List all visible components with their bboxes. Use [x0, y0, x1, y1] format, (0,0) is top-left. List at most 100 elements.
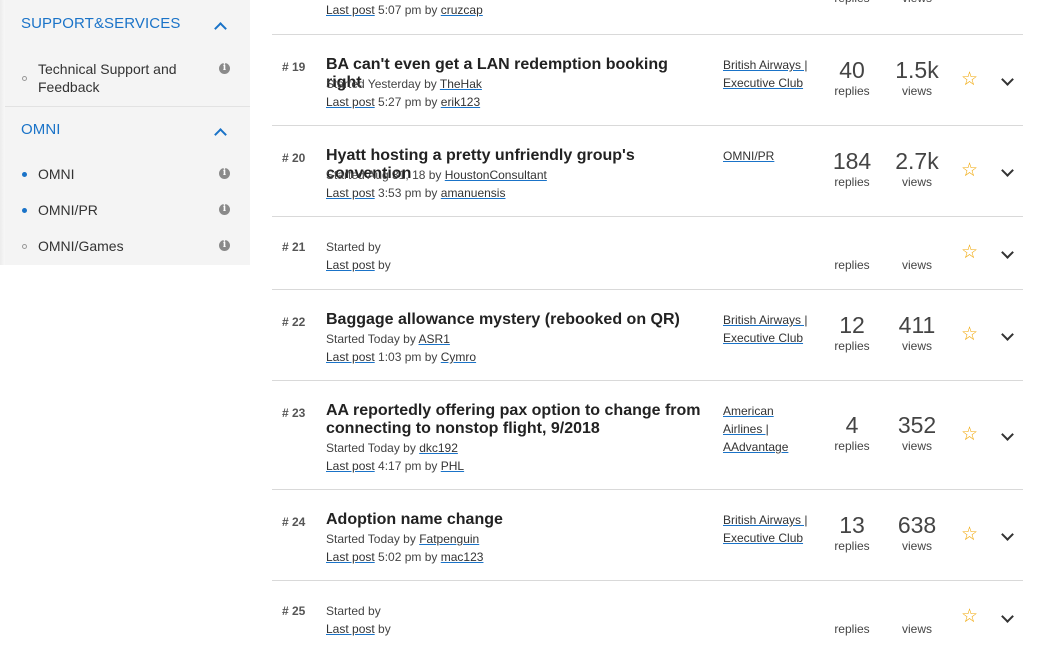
section-heading-omni[interactable]: OMNI	[21, 121, 61, 138]
chevron-down-icon[interactable]	[1000, 429, 1014, 443]
topic-number: # 22	[282, 315, 306, 329]
starter-link[interactable]: dkc192	[419, 441, 458, 455]
starter-link[interactable]: TheHak	[440, 77, 482, 91]
views-stat: 411 views	[882, 312, 952, 354]
views-count: 1.5k	[895, 57, 939, 83]
chevron-down-icon[interactable]	[1000, 529, 1014, 543]
views-count: 638	[897, 512, 937, 538]
replies-label: replies	[834, 439, 870, 453]
topic-last-post: Last post by	[326, 622, 391, 636]
replies-stat: 12 replies	[817, 312, 887, 354]
replies-count: 40	[839, 57, 865, 83]
topic-started-by: Started Today by dkc192	[326, 441, 458, 455]
forum-link[interactable]: OMNI/PR	[723, 147, 818, 165]
starter-link[interactable]: ASR1	[419, 332, 450, 346]
star-outline-icon[interactable]: ☆	[961, 70, 978, 90]
last-post-link[interactable]: Last post	[326, 95, 375, 109]
topic-row[interactable]: # 21 Started by Last post by replies vie…	[272, 216, 1023, 289]
chevron-down-icon[interactable]	[1000, 329, 1014, 343]
forum-link[interactable]: American Airlines | AAdvantage	[723, 402, 808, 456]
topic-title[interactable]: Adoption name change	[326, 511, 706, 529]
sidebar-item-label: OMNI	[38, 166, 75, 182]
views-count: 411	[898, 312, 936, 338]
forum-link[interactable]: British Airways | Executive Club	[723, 511, 818, 547]
views-stat: views	[882, 621, 952, 637]
replies-count: 184	[832, 148, 872, 174]
views-count: 2.7k	[895, 148, 939, 174]
forum-link[interactable]: British Airways | Executive Club	[723, 56, 818, 92]
topic-number: # 25	[282, 604, 306, 618]
user-link[interactable]: Cymro	[441, 350, 476, 364]
last-post-link[interactable]: Last post	[326, 550, 375, 564]
user-link[interactable]: cruzcap	[441, 3, 483, 17]
user-link[interactable]: erik123	[441, 95, 480, 109]
collapse-chevron-up-icon[interactable]	[214, 126, 226, 138]
bullet-icon	[22, 208, 27, 213]
info-icon[interactable]: i	[219, 204, 230, 215]
topic-title[interactable]: Baggage allowance mystery (rebooked on Q…	[326, 311, 706, 329]
last-post-link[interactable]: Last post	[326, 622, 375, 636]
forum-link[interactable]: British Airways | Executive Club	[723, 311, 818, 347]
section-heading-support[interactable]: SUPPORT&SERVICES	[21, 15, 180, 32]
replies-stat: 40 replies	[817, 57, 887, 99]
replies-count: 13	[839, 512, 865, 538]
topic-row[interactable]: # 20 Hyatt hosting a pretty unfriendly g…	[272, 125, 1023, 216]
last-post-link[interactable]: Last post	[326, 186, 375, 200]
star-outline-icon[interactable]: ☆	[961, 425, 978, 445]
replies-stat: 4 replies	[817, 412, 887, 454]
sidebar-item-label: OMNI/PR	[38, 202, 98, 218]
views-label: views	[901, 258, 932, 272]
collapse-chevron-up-icon[interactable]	[214, 20, 226, 32]
star-outline-icon[interactable]: ☆	[961, 325, 978, 345]
topic-started-by: Started Today by Fatpenguin	[326, 532, 480, 546]
topic-started-by: Started Today by ASR1	[326, 332, 450, 346]
bullet-icon	[22, 76, 27, 81]
topic-started-by: Started Aug 31, 18 by HoustonConsultant	[326, 168, 547, 182]
info-icon[interactable]: i	[219, 168, 230, 179]
starter-link[interactable]: HoustonConsultant	[445, 168, 547, 182]
user-link[interactable]: amanuensis	[441, 186, 506, 200]
views-label: views	[901, 84, 932, 98]
topic-title[interactable]: AA reportedly offering pax option to cha…	[326, 402, 706, 438]
star-outline-icon[interactable]: ☆	[961, 607, 978, 627]
replies-stat: 13 replies	[817, 512, 887, 554]
topic-row[interactable]: # 19 BA can't even get a LAN redemption …	[272, 34, 1023, 125]
sidebar: SUPPORT&SERVICES Technical Support and F…	[0, 0, 250, 662]
last-post-link[interactable]: Last post	[326, 258, 375, 272]
topic-number: # 21	[282, 240, 306, 254]
topic-number: # 24	[282, 515, 306, 529]
replies-label: replies	[834, 622, 870, 636]
chevron-down-icon[interactable]	[1000, 247, 1014, 261]
topic-row[interactable]: # 22 Baggage allowance mystery (rebooked…	[272, 289, 1023, 380]
topic-row[interactable]: # 24 Adoption name change Started Today …	[272, 489, 1023, 580]
topic-number: # 23	[282, 406, 306, 420]
star-outline-icon[interactable]: ☆	[961, 161, 978, 181]
topic-last-post: Last post 4:17 pm by PHL	[326, 459, 465, 473]
replies-stat: 184 replies	[817, 148, 887, 190]
starter-link[interactable]: Fatpenguin	[419, 532, 479, 546]
topic-number: # 19	[282, 60, 306, 74]
replies-stat: replies	[817, 257, 887, 273]
topic-row[interactable]: # 23 AA reportedly offering pax option t…	[272, 380, 1023, 489]
star-outline-icon[interactable]: ☆	[961, 243, 978, 263]
user-link[interactable]: PHL	[441, 459, 464, 473]
chevron-down-icon[interactable]	[1000, 74, 1014, 88]
last-post-link[interactable]: Last post	[326, 350, 375, 364]
last-post-link[interactable]: Last post	[326, 459, 375, 473]
topic-last-post: Last post 5:02 pm by mac123	[326, 550, 484, 564]
chevron-down-icon[interactable]	[1000, 165, 1014, 179]
user-link[interactable]: mac123	[441, 550, 484, 564]
replies-label: replies	[834, 84, 870, 98]
topic-row[interactable]: # 25 Started by Last post by replies vie…	[272, 580, 1023, 662]
last-post-link[interactable]: Last post	[326, 3, 375, 17]
info-icon[interactable]: i	[219, 63, 230, 74]
chevron-down-icon[interactable]	[1000, 611, 1014, 625]
views-label: views	[901, 439, 932, 453]
replies-label: replies	[834, 539, 870, 553]
views-label: views	[882, 0, 952, 5]
replies-stat: replies	[817, 621, 887, 637]
topic-number: # 20	[282, 151, 306, 165]
replies-count: 4	[845, 412, 859, 438]
star-outline-icon[interactable]: ☆	[961, 525, 978, 545]
info-icon[interactable]: i	[219, 240, 230, 251]
